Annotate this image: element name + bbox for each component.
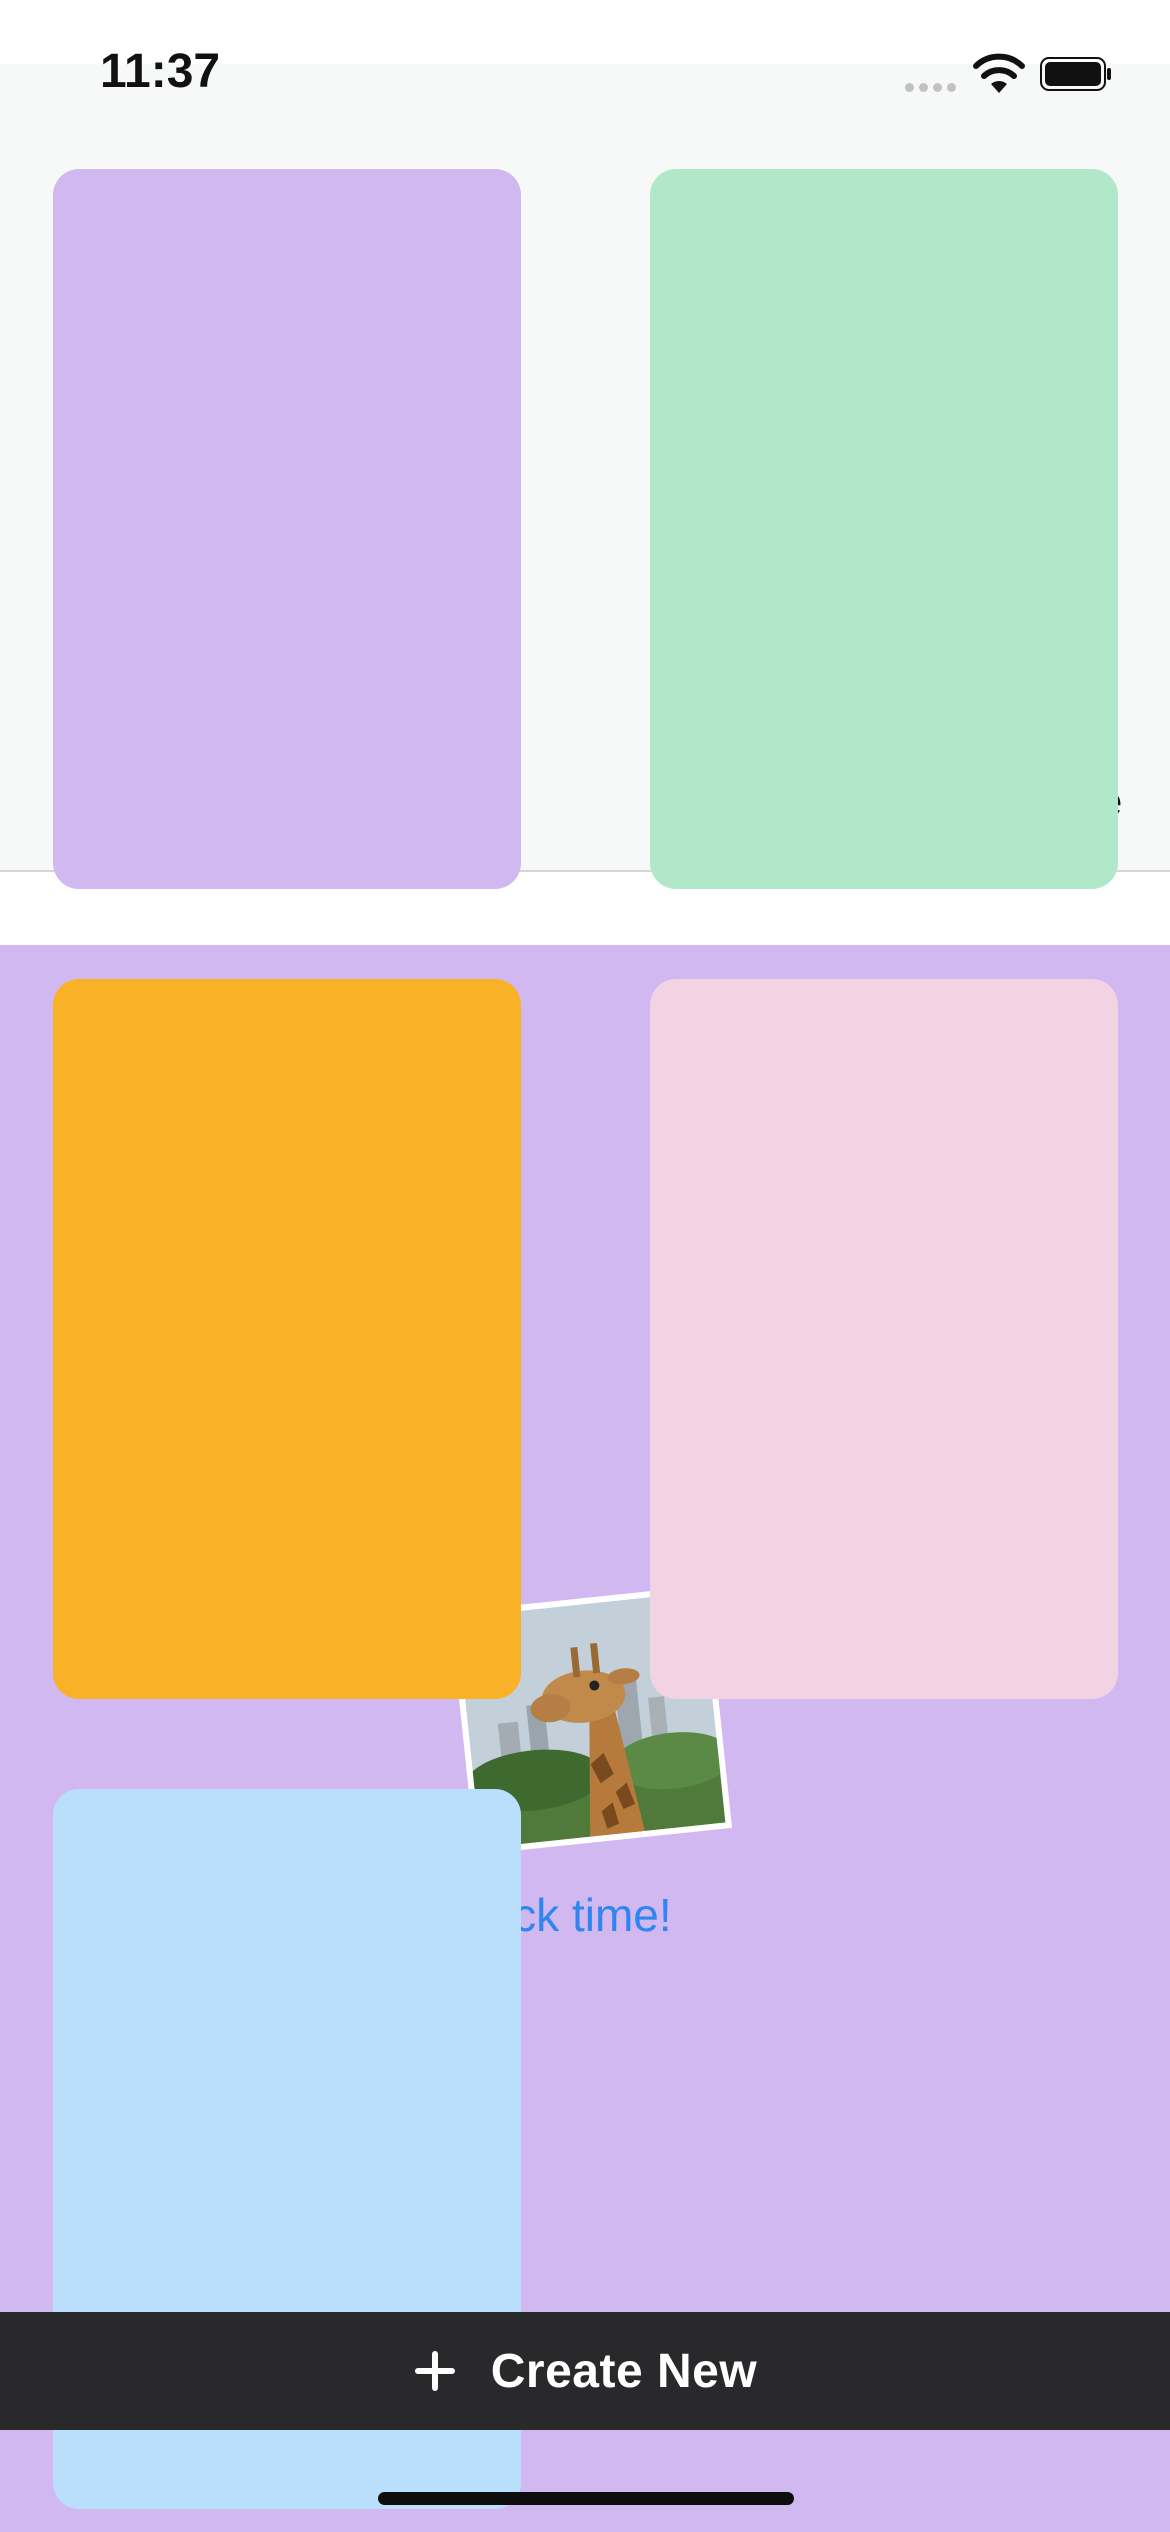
plus-icon <box>414 2351 455 2391</box>
cellular-signal-icon <box>905 81 959 93</box>
battery-icon <box>1040 57 1111 91</box>
create-new-button[interactable]: Create New <box>0 2312 1170 2430</box>
wifi-icon <box>973 53 1025 93</box>
color-card-green[interactable] <box>650 169 1118 889</box>
home-indicator[interactable] <box>378 2492 794 2505</box>
color-card-pink[interactable] <box>650 979 1118 1699</box>
create-new-label: Create New <box>490 2344 758 2398</box>
color-card-purple[interactable] <box>53 169 521 889</box>
color-card-orange[interactable] <box>53 979 521 1699</box>
status-time: 11:37 <box>100 45 221 98</box>
